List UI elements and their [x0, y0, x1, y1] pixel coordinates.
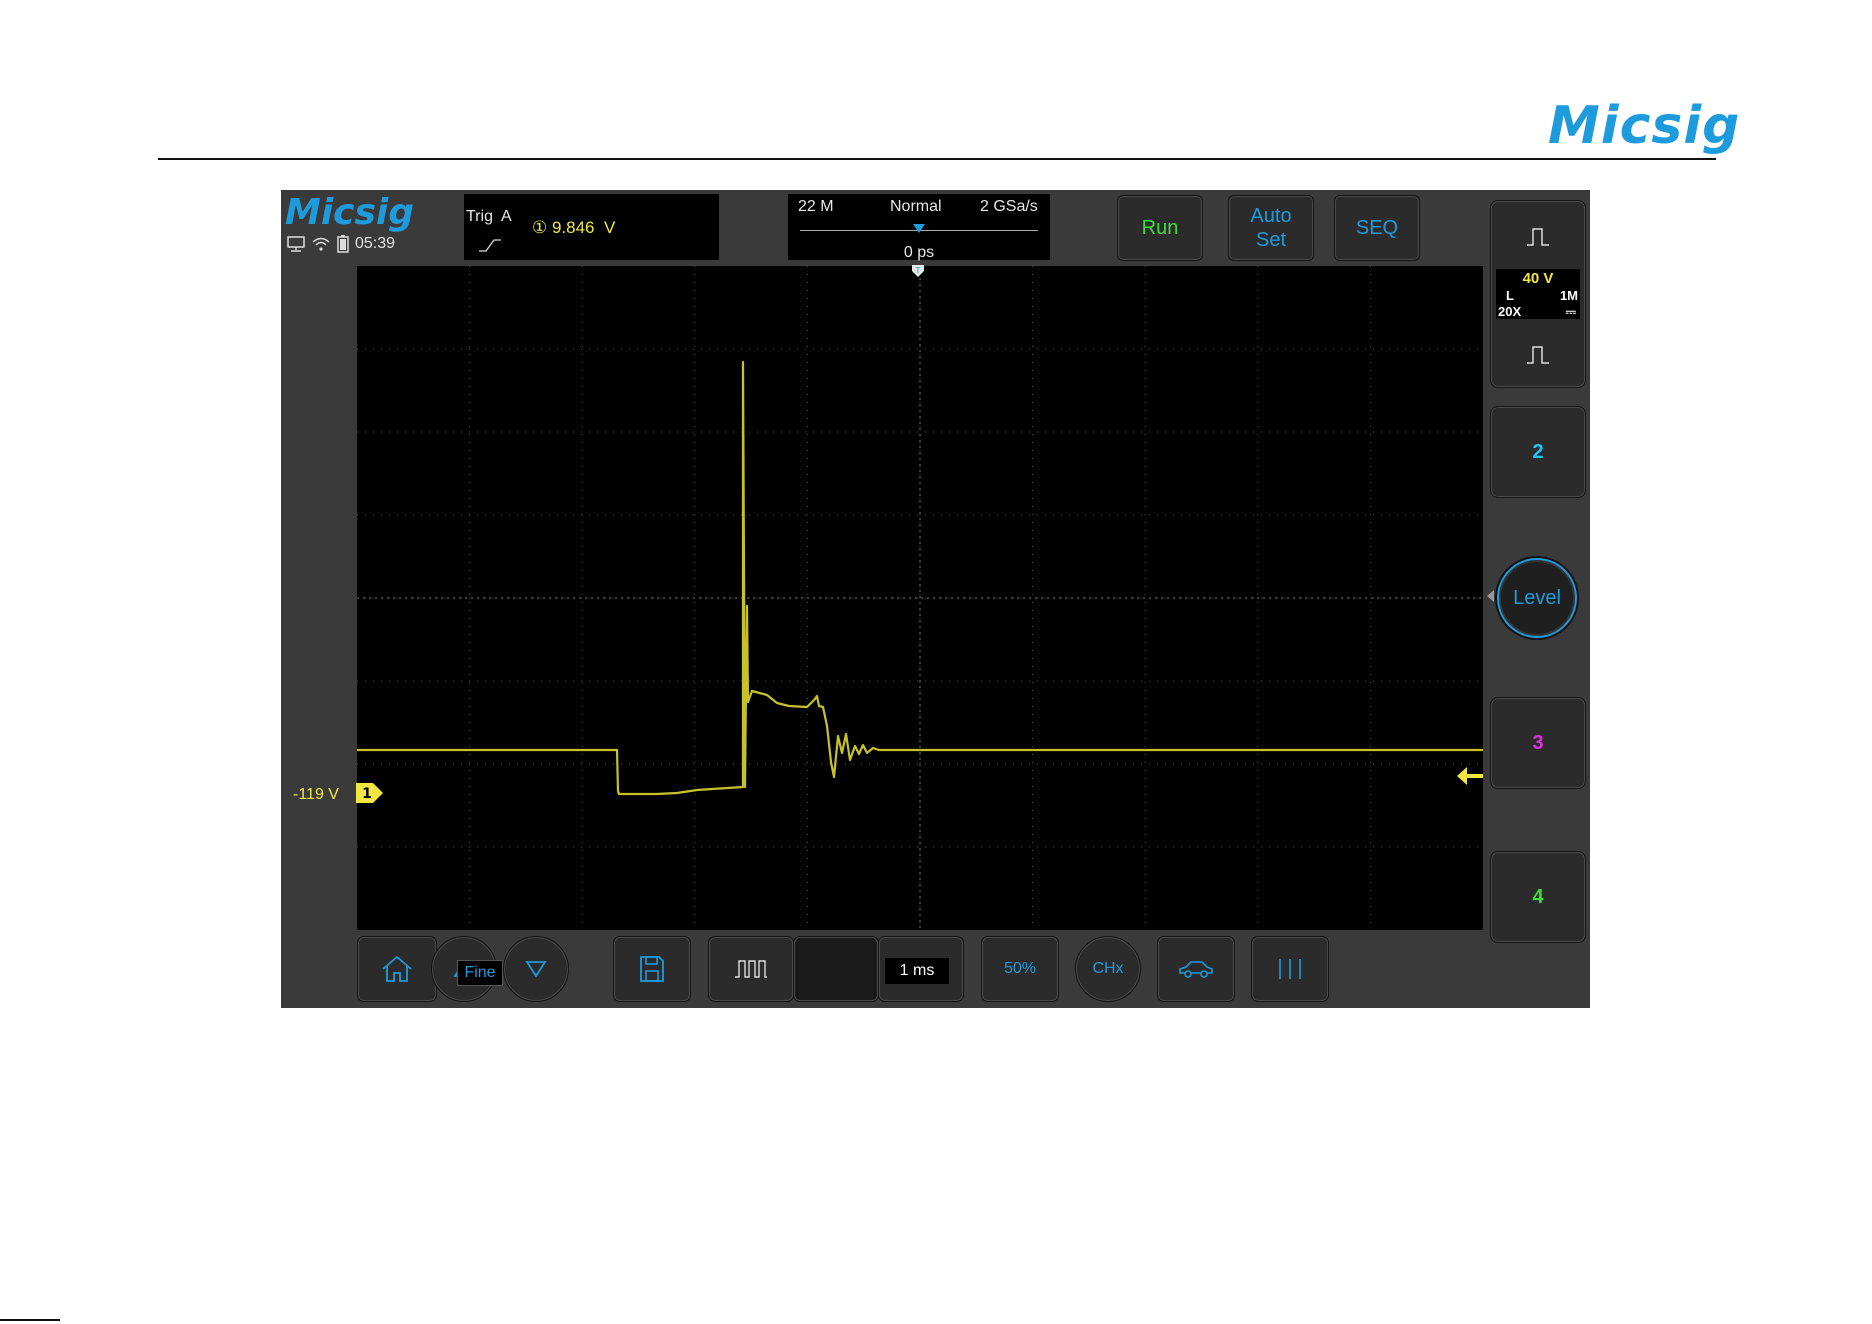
chx-button[interactable]: CHx: [1075, 936, 1141, 1002]
pulse-icon: [1527, 346, 1549, 364]
car-icon: [1179, 961, 1213, 978]
channel1-coupling: L: [1506, 288, 1514, 303]
timebase-display: [793, 936, 879, 1002]
fifty-percent-button[interactable]: 50%: [981, 936, 1059, 1002]
vehicle-button[interactable]: [1157, 936, 1235, 1002]
trigger-panel[interactable]: Trig A ① 9.846 V: [464, 194, 719, 260]
fine-adjust-toggle[interactable]: Fine: [457, 960, 503, 986]
rising-edge-icon: [479, 239, 501, 252]
channel1-info: 40 V L 1M 20X ⎓: [1496, 269, 1580, 319]
dc-coupling-icon: ⎓: [1565, 304, 1576, 319]
home-button[interactable]: [357, 936, 437, 1002]
channel4-button[interactable]: 4: [1490, 851, 1586, 943]
trigger-position-marker[interactable]: T: [911, 264, 925, 283]
cursor-lines-icon: [1279, 959, 1301, 979]
wifi-icon: [312, 237, 330, 251]
channel1-controls[interactable]: 40 V L 1M 20X ⎓: [1490, 200, 1586, 388]
sample-rate: 2 GSa/s: [980, 198, 1038, 215]
home-icon: [382, 955, 412, 982]
page-footer-divider: [0, 1319, 60, 1321]
channel1-offset-label: -119 V: [293, 786, 339, 803]
channel1-marker-label: 1: [362, 786, 372, 802]
trigger-label: Trig A: [466, 208, 512, 225]
level-knob-button[interactable]: Level: [1497, 558, 1577, 638]
battery-icon: [337, 235, 349, 253]
page-divider: [158, 158, 1716, 160]
channel1-probe-ratio: 20X: [1498, 304, 1522, 319]
clock: 05:39: [355, 235, 396, 252]
pulse-icon: [1527, 228, 1549, 246]
svg-text:T: T: [915, 266, 921, 275]
horizontal-delay: 0 ps: [903, 244, 935, 261]
acquisition-panel[interactable]: 22 M Normal 2 GSa/s 0 ps: [788, 194, 1050, 261]
trigger-level-arrow[interactable]: [1456, 764, 1484, 793]
timebase-value: 1 ms: [885, 958, 949, 984]
autoset-label-line1: Auto: [1250, 205, 1292, 227]
channel1-impedance: 1M: [1559, 288, 1578, 303]
trigger-level-value: ① 9.846 V: [532, 218, 616, 237]
monitor-icon: [287, 236, 305, 252]
waveform-grid: [357, 266, 1483, 930]
channel2-button[interactable]: 2: [1490, 406, 1586, 498]
autoset-button[interactable]: Auto Set: [1228, 195, 1314, 261]
timebase-decrease-button[interactable]: [708, 936, 794, 1002]
autoset-label-line2: Set: [1255, 229, 1287, 251]
memory-position-marker: [913, 224, 925, 233]
multi-pulse-icon: [735, 960, 767, 978]
cursor-button[interactable]: [1251, 936, 1329, 1002]
channel1-volts-per-div: 40 V: [1522, 270, 1554, 287]
waveform-display[interactable]: [357, 266, 1483, 930]
memory-depth: 22 M: [798, 198, 834, 215]
fine-down-button[interactable]: [503, 936, 569, 1002]
oscilloscope-screen: Micsig 05:39 Trig A ① 9.846 V 22 M Norma…: [281, 190, 1590, 1008]
seq-button[interactable]: SEQ: [1334, 195, 1420, 261]
run-button[interactable]: Run: [1117, 195, 1203, 261]
app-logo: Micsig: [285, 192, 415, 233]
channel1-ground-marker[interactable]: 1: [355, 782, 385, 809]
channel3-button[interactable]: 3: [1490, 697, 1586, 789]
save-button[interactable]: [613, 936, 691, 1002]
level-pointer-icon: [1487, 590, 1494, 602]
page-logo: Micsig: [1548, 96, 1741, 156]
save-icon: [640, 956, 664, 982]
trigger-mode: Normal: [890, 198, 942, 215]
status-bar: 05:39: [287, 234, 395, 254]
triangle-down-icon: [525, 961, 547, 978]
